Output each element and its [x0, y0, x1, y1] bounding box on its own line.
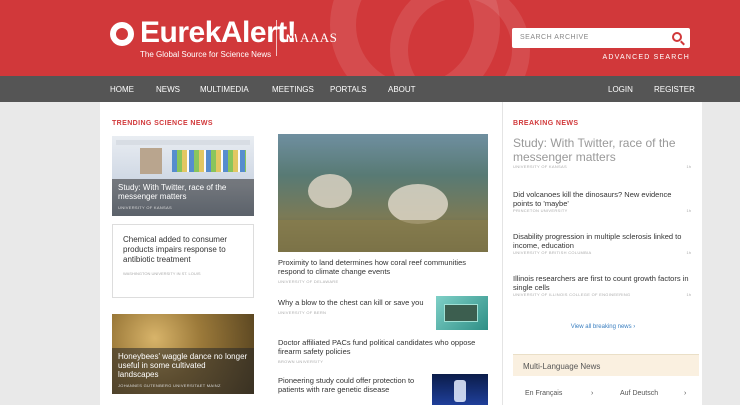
- emoji-grid: [172, 150, 246, 172]
- breaking-news-item-title: Study: With Twitter, race of the messeng…: [513, 136, 676, 164]
- breaking-news-item-age: 1h: [686, 292, 691, 297]
- breaking-news-item[interactable]: Illinois researchers are first to count …: [513, 274, 691, 297]
- nav-item-news[interactable]: NEWS: [156, 85, 180, 94]
- news-story-title: Doctor affiliated PACs fund political ca…: [278, 338, 476, 356]
- search-placeholder: SEARCH ARCHIVE: [520, 34, 589, 41]
- screenshot-toolbar: [116, 140, 250, 145]
- trending-card-caption: Study: With Twitter, race of the messeng…: [112, 179, 254, 216]
- site-logo[interactable]: EurekAlert!: [110, 16, 297, 49]
- trending-card-source: JOHANNES GUTENBERG UNIVERSITAET MAINZ: [118, 383, 221, 388]
- multi-language-news-header[interactable]: Multi-Language News: [513, 354, 699, 376]
- advanced-search-link[interactable]: ADVANCED SEARCH: [603, 54, 691, 61]
- search-icon[interactable]: [672, 32, 682, 42]
- trending-card[interactable]: Honeybees' waggle dance no longer useful…: [112, 314, 254, 394]
- breaking-news-title: BREAKING NEWS: [513, 120, 579, 127]
- circuit-board: [444, 304, 478, 322]
- breaking-news-item-source: UNIVERSITY OF BRITISH COLUMBIA: [513, 250, 592, 255]
- breaking-news-item-title: Illinois researchers are first to count …: [513, 274, 689, 292]
- news-story-thumbnail[interactable]: [436, 296, 488, 330]
- reef-floor: [278, 220, 488, 252]
- register-link[interactable]: REGISTER: [654, 85, 695, 94]
- feature-source: UNIVERSITY OF DELAWARE: [278, 279, 339, 284]
- breaking-news-item[interactable]: Did volcanoes kill the dinosaurs? New ev…: [513, 190, 691, 213]
- aaas-logo[interactable]: N\ AAAS: [286, 30, 337, 46]
- language-link-german[interactable]: Auf Deutsch: [620, 390, 658, 397]
- coral-shape: [308, 174, 352, 208]
- main-nav: HOME NEWS MULTIMEDIA MEETINGS PORTALS AB…: [0, 76, 740, 102]
- multi-language-news-label: Multi-Language News: [523, 362, 601, 371]
- trending-card-title: Honeybees' waggle dance no longer useful…: [118, 352, 248, 379]
- search-input[interactable]: SEARCH ARCHIVE: [512, 28, 690, 48]
- news-story[interactable]: Why a blow to the chest can kill or save…: [278, 298, 424, 317]
- news-story-source: BROWN UNIVERSITY: [278, 359, 324, 364]
- news-story-thumbnail[interactable]: [432, 374, 488, 405]
- language-link-french[interactable]: En Français: [525, 390, 562, 397]
- news-story[interactable]: Pioneering study could offer protection …: [278, 376, 418, 394]
- main-content: TRENDING SCIENCE NEWS Study: With Twitte…: [100, 102, 502, 405]
- breaking-news-item-source: UNIVERSITY OF KANSAS: [513, 164, 567, 169]
- nav-item-multimedia[interactable]: MULTIMEDIA: [200, 85, 249, 94]
- trending-card[interactable]: Study: With Twitter, race of the messeng…: [112, 136, 254, 216]
- breaking-news-item-source: UNIVERSITY OF ILLINOIS COLLEGE OF ENGINE…: [513, 292, 631, 297]
- header-swirl-decoration: [390, 0, 530, 76]
- trending-card-source: UNIVERSITY OF KANSAS: [118, 205, 172, 210]
- logo-text: EurekAlert!: [140, 16, 297, 49]
- feature-title: Proximity to land determines how coral r…: [278, 258, 466, 276]
- chevron-right-icon[interactable]: ›: [591, 390, 593, 397]
- feature-image[interactable]: [278, 134, 488, 252]
- news-story-title: Why a blow to the chest can kill or save…: [278, 298, 424, 307]
- nav-item-home[interactable]: HOME: [110, 85, 134, 94]
- trending-card[interactable]: Chemical added to consumer products impa…: [112, 224, 254, 298]
- coral-shape: [388, 184, 448, 224]
- breaking-news-sidebar: BREAKING NEWS Study: With Twitter, race …: [502, 102, 702, 405]
- feature-story[interactable]: Proximity to land determines how coral r…: [278, 258, 492, 286]
- breaking-news-item[interactable]: Disability progression in multiple scler…: [513, 232, 691, 255]
- login-link[interactable]: LOGIN: [608, 85, 633, 94]
- trending-card-title: Chemical added to consumer products impa…: [123, 235, 228, 264]
- breaking-news-item-title: Did volcanoes kill the dinosaurs? New ev…: [513, 190, 672, 208]
- aaas-icon: N\: [286, 33, 298, 45]
- breaking-news-item[interactable]: Study: With Twitter, race of the messeng…: [513, 136, 691, 169]
- nav-item-meetings[interactable]: MEETINGS: [272, 85, 314, 94]
- trending-card-caption: Honeybees' waggle dance no longer useful…: [112, 348, 254, 394]
- view-all-breaking-news-link[interactable]: View all breaking news ›: [503, 324, 703, 330]
- trending-title: TRENDING SCIENCE NEWS: [112, 120, 213, 127]
- language-label: Auf Deutsch: [620, 390, 659, 397]
- logo-divider: [276, 20, 277, 56]
- breaking-news-item-age: 1h: [686, 164, 691, 169]
- news-story-title: Pioneering study could offer protection …: [278, 376, 415, 394]
- breaking-news-item-title: Disability progression in multiple scler…: [513, 232, 682, 250]
- page: EurekAlert! The Global Source for Scienc…: [0, 0, 740, 405]
- person-photo: [140, 148, 162, 174]
- nav-item-about[interactable]: ABOUT: [388, 85, 416, 94]
- lab-vial: [454, 380, 466, 402]
- trending-card-source: WASHINGTON UNIVERSITY IN ST. LOUIS: [123, 271, 201, 276]
- site-tagline: The Global Source for Science News: [140, 50, 272, 59]
- site-header: EurekAlert! The Global Source for Scienc…: [0, 0, 740, 76]
- breaking-news-item-source: PRINCETON UNIVERSITY: [513, 208, 568, 213]
- nav-item-portals[interactable]: PORTALS: [330, 85, 367, 94]
- chevron-right-icon[interactable]: ›: [684, 390, 686, 397]
- news-story-source: UNIVERSITY OF BERN: [278, 310, 327, 315]
- language-label: En Français: [525, 390, 563, 397]
- breaking-news-item-age: 1h: [686, 208, 691, 213]
- news-story[interactable]: Doctor affiliated PACs fund political ca…: [278, 338, 492, 366]
- aaas-label: AAAS: [300, 30, 338, 45]
- trending-card-title: Study: With Twitter, race of the messeng…: [118, 183, 227, 201]
- breaking-news-item-age: 1h: [686, 250, 691, 255]
- logo-icon: [110, 22, 134, 46]
